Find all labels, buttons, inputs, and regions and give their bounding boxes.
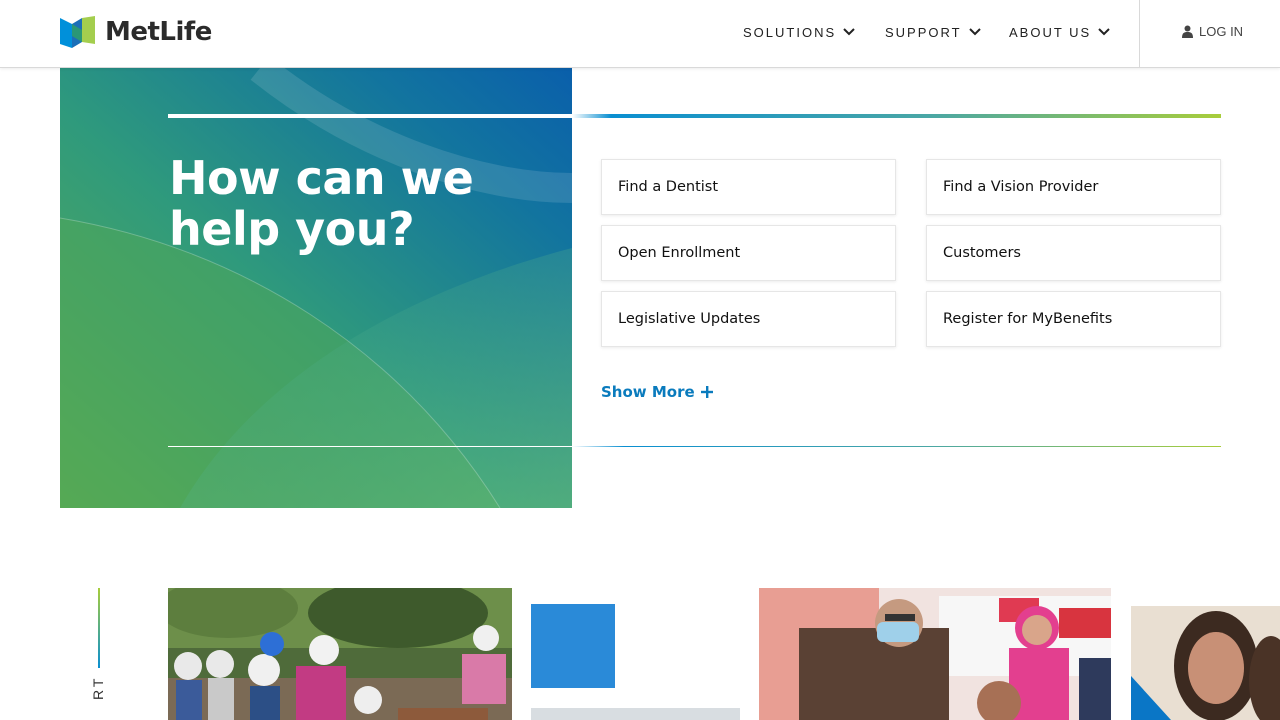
quick-link-legislative-updates[interactable]: Legislative Updates (601, 291, 896, 347)
nav-about-us-label: ABOUT US (1009, 24, 1092, 40)
show-more-label: Show More (601, 383, 695, 401)
hero-rule-top (168, 114, 572, 118)
story-photo-workers[interactable] (168, 588, 512, 720)
nav-solutions-label: SOLUTIONS (743, 24, 837, 40)
quick-link-open-enrollment[interactable]: Open Enrollment (601, 225, 896, 281)
plus-icon (700, 386, 713, 398)
hero-title: How can we help you? (169, 153, 549, 255)
quick-link-customers[interactable]: Customers (926, 225, 1221, 281)
nav-support-label: SUPPORT (885, 24, 962, 40)
user-icon (1182, 25, 1193, 38)
quick-link-find-a-vision-provider[interactable]: Find a Vision Provider (926, 159, 1221, 215)
chevron-down-icon (1098, 28, 1110, 36)
hero-rule-gradient-top (572, 114, 1221, 118)
hero-background (60, 68, 572, 508)
section-side-label: RT (90, 675, 106, 700)
chevron-down-icon (843, 28, 855, 36)
nav-divider (1139, 0, 1140, 68)
metlife-logo[interactable]: MetLife (60, 16, 212, 48)
metlife-logo-icon (60, 16, 95, 48)
brand-name: MetLife (105, 17, 212, 47)
hero-rule-bottom (168, 446, 572, 447)
story-photo-event[interactable] (759, 588, 1111, 720)
site-header: MetLife SOLUTIONS SUPPORT ABOUT US LOG I… (0, 0, 1280, 68)
story-tile-blue (531, 604, 615, 688)
hero-title-line2: help you? (169, 202, 415, 256)
section-accent-bar (98, 588, 100, 668)
nav-about-us[interactable]: ABOUT US (1009, 0, 1111, 64)
nav-support[interactable]: SUPPORT (885, 0, 982, 64)
show-more-button[interactable]: Show More (601, 383, 713, 401)
hero-title-line1: How can we (169, 151, 474, 205)
hero-rule-gradient-bottom (572, 446, 1221, 447)
nav-solutions[interactable]: SOLUTIONS (743, 0, 856, 64)
story-photo-portrait[interactable] (1131, 606, 1280, 720)
chevron-down-icon (968, 28, 981, 36)
quick-link-register-for-mybenefits[interactable]: Register for MyBenefits (926, 291, 1221, 347)
quick-link-find-a-dentist[interactable]: Find a Dentist (601, 159, 896, 215)
login-label: LOG IN (1199, 24, 1244, 39)
story-photo-small[interactable] (531, 708, 740, 720)
login-link[interactable]: LOG IN (1182, 24, 1243, 39)
